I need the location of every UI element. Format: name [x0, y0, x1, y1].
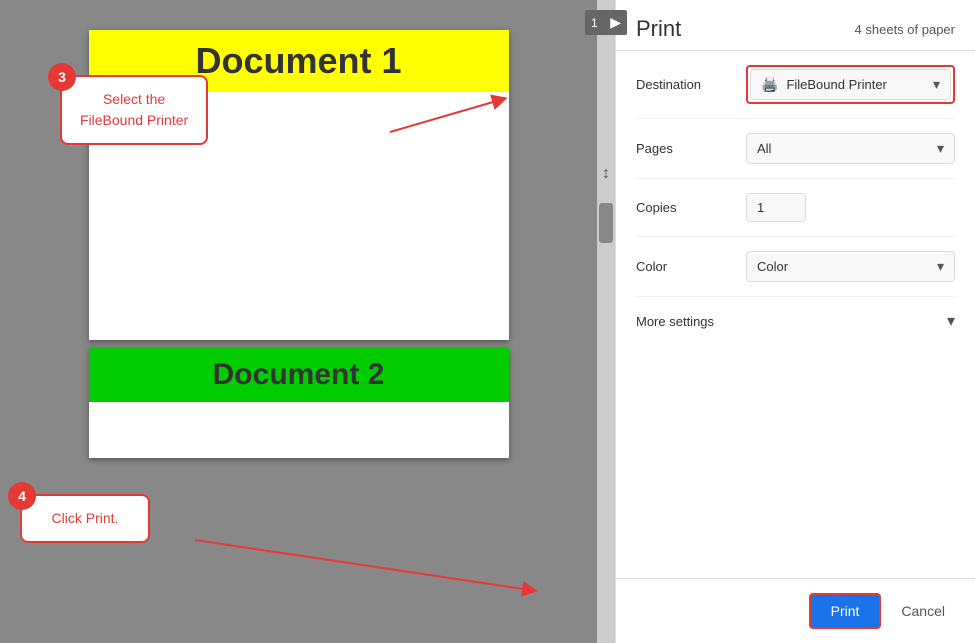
cursor-icon: ↕	[602, 165, 610, 183]
callout-3-bubble: 3 Select the FileBound Printer	[60, 75, 208, 145]
print-preview-area: Document 1 Document 2 3 Select the FileB…	[0, 0, 597, 643]
destination-row: Destination 🖨️ FileBound Printer Save as…	[636, 51, 955, 119]
panel-header: Print 4 sheets of paper	[616, 0, 975, 51]
destination-label: Destination	[636, 77, 746, 92]
color-select-wrapper[interactable]: Color Black and white ▾	[746, 251, 955, 282]
copies-label: Copies	[636, 200, 746, 215]
pages-select-wrapper[interactable]: All Custom ▾	[746, 133, 955, 164]
step-4-circle: 4	[8, 482, 36, 510]
printer-icon: 🖨️	[761, 76, 778, 93]
color-row: Color Color Black and white ▾	[636, 237, 955, 297]
sheets-info: 4 sheets of paper	[855, 22, 955, 37]
more-settings-row[interactable]: More settings ▾	[636, 297, 955, 345]
destination-control: 🖨️ FileBound Printer Save as PDF ▾	[746, 65, 955, 104]
copies-control	[746, 193, 955, 222]
scroll-thumb[interactable]	[599, 203, 613, 243]
pages-select[interactable]: All Custom	[757, 141, 933, 156]
panel-title: Print	[636, 16, 681, 42]
color-select[interactable]: Color Black and white	[757, 259, 933, 274]
preview-scrollbar[interactable]: 1 ▶ ↕	[597, 0, 615, 643]
callout-4-text: Click Print.	[52, 510, 119, 526]
copies-row: Copies	[636, 179, 955, 237]
callout-3: 3 Select the FileBound Printer	[60, 75, 208, 145]
pages-chevron-icon: ▾	[937, 140, 944, 157]
print-panel: Print 4 sheets of paper Destination 🖨️ F…	[615, 0, 975, 643]
color-control: Color Black and white ▾	[746, 251, 955, 282]
pages-label: Pages	[636, 141, 746, 156]
page-indicator-arrow: ▶	[610, 14, 621, 31]
panel-body: Destination 🖨️ FileBound Printer Save as…	[616, 51, 975, 578]
page-number: 1	[591, 16, 598, 30]
destination-select[interactable]: FileBound Printer Save as PDF	[786, 77, 929, 92]
pages-row: Pages All Custom ▾	[636, 119, 955, 179]
color-chevron-icon: ▾	[937, 258, 944, 275]
print-button[interactable]: Print	[809, 593, 882, 629]
destination-chevron-icon: ▾	[933, 76, 940, 93]
copies-input[interactable]	[746, 193, 806, 222]
step-3-circle: 3	[48, 63, 76, 91]
callout-4-bubble: 4 Click Print.	[20, 494, 150, 543]
page-indicator: 1 ▶	[585, 10, 627, 35]
callout-3-line1: Select the	[103, 91, 165, 107]
page2-title: Document 2	[89, 348, 509, 402]
cancel-button[interactable]: Cancel	[891, 595, 955, 627]
more-settings-chevron-icon: ▾	[947, 311, 955, 331]
destination-select-wrapper[interactable]: 🖨️ FileBound Printer Save as PDF ▾	[750, 69, 951, 100]
pages-control: All Custom ▾	[746, 133, 955, 164]
callout-3-line2: FileBound Printer	[80, 112, 188, 128]
color-label: Color	[636, 259, 746, 274]
callout-4: 4 Click Print.	[20, 494, 150, 543]
preview-page-2: Document 2	[89, 348, 509, 458]
panel-footer: Print Cancel	[616, 578, 975, 643]
more-settings-label: More settings	[636, 314, 714, 329]
